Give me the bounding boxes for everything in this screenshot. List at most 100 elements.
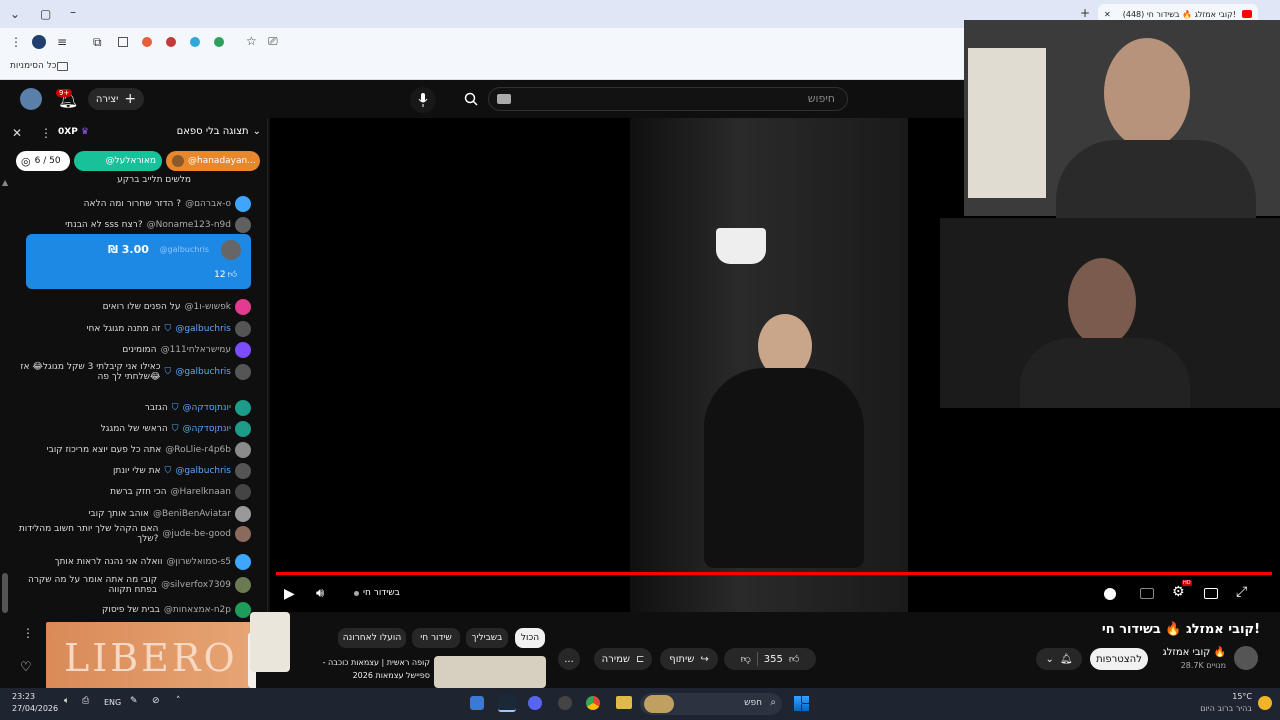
tab-search-icon[interactable]: ⌄ [10, 7, 20, 21]
like-dislike-button[interactable]: 👎︎ 355 👍︎ [724, 648, 816, 670]
play-icon[interactable]: ▶ [284, 586, 295, 602]
wifi-off-tray-icon[interactable]: ⊘ [152, 696, 160, 706]
settings-gear-icon[interactable]: ⚙ [1172, 584, 1185, 600]
restore-window-icon[interactable]: ▢ [40, 7, 51, 21]
chat-goal-badge[interactable]: ◎ 6 / 50 [16, 151, 70, 171]
theater-mode-icon[interactable] [1204, 588, 1218, 599]
chat-author[interactable]: @RoLlie-r4p6b [165, 445, 231, 455]
chat-author[interactable]: @galbuchris [175, 466, 231, 476]
chat-message[interactable]: @סמואלשרון-s5 וואלה אני נהנה לראות אותך [55, 554, 251, 570]
discord-app-icon[interactable] [528, 696, 542, 710]
chat-author[interactable]: @עמישראלחי111 [161, 345, 231, 355]
chat-message[interactable]: @יונתןסדקה ⛉ הראשי של המגגל [101, 421, 251, 437]
cast-icon[interactable]: ⎚ [268, 34, 278, 48]
recommendation-title[interactable]: קופה ראשית | עצמאות כוכבה - ספיישל עצמאו… [300, 656, 430, 682]
video-player[interactable]: ▶ 🔊︎ בשידור חי ⚙ HD ⤢ [270, 20, 1280, 612]
chat-message[interactable]: @jude-be-good האם הקהל שלך יותר חשוב מהלי… [8, 524, 251, 544]
live-indicator[interactable]: בשידור חי [354, 588, 400, 598]
chat-author[interactable]: @סמואלשרון-s5 [166, 557, 231, 567]
network-tray-icon[interactable]: ⎙ [82, 696, 89, 706]
volume-tray-icon[interactable]: 🔈︎ [64, 696, 69, 706]
chip-recently-uploaded[interactable]: הועלו לאחרונה [338, 628, 406, 648]
chat-message[interactable]: @silverfox7309 קובי מה אתה אומר על מה שקר… [7, 575, 251, 595]
save-button[interactable]: שמירה ⊏ [594, 648, 652, 670]
windows-start-icon[interactable] [794, 696, 809, 711]
search-input[interactable]: חיפוש [488, 87, 848, 111]
extension-blue-icon[interactable] [190, 37, 200, 47]
minimize-window-icon[interactable]: – [70, 5, 76, 19]
language-indicator[interactable]: ENG [104, 698, 121, 707]
chat-input-menu-icon[interactable]: ⋮ [22, 626, 34, 640]
chat-author[interactable]: @יונתןסדקה [183, 403, 231, 413]
heart-icon[interactable]: ♡ [20, 660, 32, 675]
chat-message[interactable]: @פשוש-ו1k על הפנים שלו רואים [103, 299, 251, 315]
chat-author[interactable]: @BeniBenAviatar [153, 509, 231, 519]
chat-message[interactable]: @אמצאחות-n2p בבית של פיסוק [102, 602, 251, 618]
search-button[interactable] [456, 87, 486, 111]
like-icon[interactable]: 👍︎ [789, 653, 799, 665]
chat-author[interactable]: @Harelknaan [171, 487, 231, 497]
channel-avatar[interactable] [1234, 646, 1258, 670]
chat-author[interactable]: @אמצאחות-n2p [164, 605, 231, 615]
extension-red-icon[interactable] [166, 37, 176, 47]
chat-message[interactable]: @עמישראלחי111 המומינים [122, 342, 251, 358]
create-button[interactable]: יצירה + [88, 88, 144, 110]
chat-author[interactable]: @galbuchris [175, 367, 231, 377]
chat-message[interactable]: @BeniBenAviatar אוהב אותך קובי [88, 506, 251, 522]
chat-message[interactable]: @Noname123-n9d לא הבנתי sss רצח? [65, 217, 251, 233]
menu-kebab-icon[interactable]: ⋮ [10, 35, 22, 49]
bookmark-star-icon[interactable]: ☆ [246, 34, 257, 48]
subscribe-button[interactable]: להצטרפות [1090, 648, 1148, 670]
chat-author[interactable]: @פשוש-ו1k [185, 302, 231, 312]
chat-author[interactable]: @silverfox7309 [161, 580, 231, 590]
app-icon[interactable] [470, 696, 484, 710]
chat-author[interactable]: @jude-be-good [162, 529, 231, 539]
reading-list-icon[interactable]: ≡ [57, 35, 67, 49]
show-hidden-icons[interactable]: ˄ [176, 696, 181, 706]
pen-tray-icon[interactable]: ✎ [130, 696, 138, 706]
close-chat-icon[interactable]: ✕ [12, 126, 22, 140]
autoplay-toggle[interactable] [1104, 588, 1116, 600]
chat-message[interactable]: @Harelknaan הכי חזק ברשת [110, 484, 251, 500]
chat-author[interactable]: @Noname123-n9d [147, 220, 231, 230]
extension-orange-icon[interactable] [142, 37, 152, 47]
notification-bell-button[interactable]: ⌄ 🔔︎ [1036, 648, 1082, 670]
chat-message[interactable]: @galbuchris ⛉ זה מתנה מגוגל אחי [86, 321, 251, 337]
all-bookmarks-link[interactable]: כל הסימניות [10, 61, 57, 71]
chat-author[interactable]: @galbuchris [175, 324, 231, 334]
pinned-user-chip-2[interactable]: @hanadayan... [166, 151, 260, 171]
subtitles-icon[interactable] [1140, 588, 1154, 599]
chip-live[interactable]: שידור חי [412, 628, 460, 648]
fullscreen-icon[interactable]: ⤢ [1236, 584, 1247, 600]
scroll-up-icon[interactable]: ▲ [2, 178, 8, 187]
extension-green-icon[interactable] [214, 37, 224, 47]
clock-time[interactable]: 23:23 [12, 692, 35, 701]
steam-app-icon[interactable] [498, 694, 516, 712]
super-chat-card[interactable]: @galbuchris ₪ 3.00 12 👍︎ [26, 234, 251, 289]
chat-message[interactable]: @אברהם-o הדזר שחרור ומה הלאה ? [84, 196, 251, 212]
pinned-user-chip-1[interactable]: @מאוראלעל [74, 151, 162, 171]
profile-icon[interactable] [32, 35, 46, 49]
ad-banner[interactable]: LIBERO [46, 622, 256, 696]
new-tab-icon[interactable]: + [1080, 6, 1090, 20]
recommendation-thumbnail[interactable] [434, 656, 546, 688]
chat-author[interactable]: @יונתןסדקה [183, 424, 231, 434]
chrome-app-icon[interactable] [586, 696, 600, 710]
volume-icon[interactable]: 🔊︎ [316, 586, 324, 601]
chat-author[interactable]: @אברהם-o [185, 199, 231, 209]
chat-scrollbar[interactable] [2, 573, 8, 613]
chat-message[interactable]: @galbuchris ⛉ כאילו אני קיבלתי 3 שקל מגוגל… [11, 362, 251, 382]
chat-message[interactable]: @galbuchris ⛉ את שלי יונתן [113, 463, 251, 479]
close-tab-icon[interactable]: ✕ [1104, 10, 1111, 19]
weather-sun-icon[interactable] [1258, 696, 1272, 710]
keyboard-icon[interactable] [497, 94, 511, 104]
progress-track[interactable] [276, 572, 1272, 575]
chip-for-you[interactable]: בשביליך [466, 628, 508, 648]
chat-view-mode-dropdown[interactable]: תצוגה בלי ספאם ⌄ [177, 126, 261, 137]
chat-message[interactable]: @RoLlie-r4p6b אתה כל פעם יוצא מריכוז קובי [47, 442, 251, 458]
taskbar-search-input[interactable]: חפש ⌕ [640, 693, 782, 715]
weather-temp[interactable]: 15°C [1232, 692, 1252, 701]
file-explorer-icon[interactable] [616, 696, 632, 709]
chip-all[interactable]: הכול [515, 628, 545, 648]
extensions-icon[interactable]: ⧉ [93, 35, 102, 49]
